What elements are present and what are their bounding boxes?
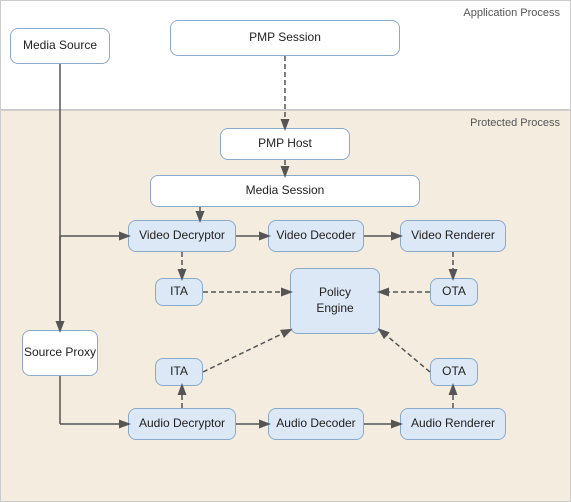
source-proxy-box: Source Proxy [22,330,98,376]
pmp-session-box: PMP Session [170,20,400,56]
media-source-box: Media Source [10,28,110,64]
audio-decryptor-box: Audio Decryptor [128,408,236,440]
ota-top-box: OTA [430,278,478,306]
video-decoder-box: Video Decoder [268,220,364,252]
ita-top-box: ITA [155,278,203,306]
media-session-box: Media Session [150,175,420,207]
audio-decoder-box: Audio Decoder [268,408,364,440]
video-decryptor-box: Video Decryptor [128,220,236,252]
policy-engine-box: Policy Engine [290,268,380,334]
app-process-label: Application Process [463,7,560,19]
protected-process-label: Protected Process [470,117,560,129]
audio-renderer-box: Audio Renderer [400,408,506,440]
pmp-host-box: PMP Host [220,128,350,160]
ota-bottom-box: OTA [430,358,478,386]
video-renderer-box: Video Renderer [400,220,506,252]
protected-process-region: Protected Process [0,110,571,502]
ita-bottom-box: ITA [155,358,203,386]
